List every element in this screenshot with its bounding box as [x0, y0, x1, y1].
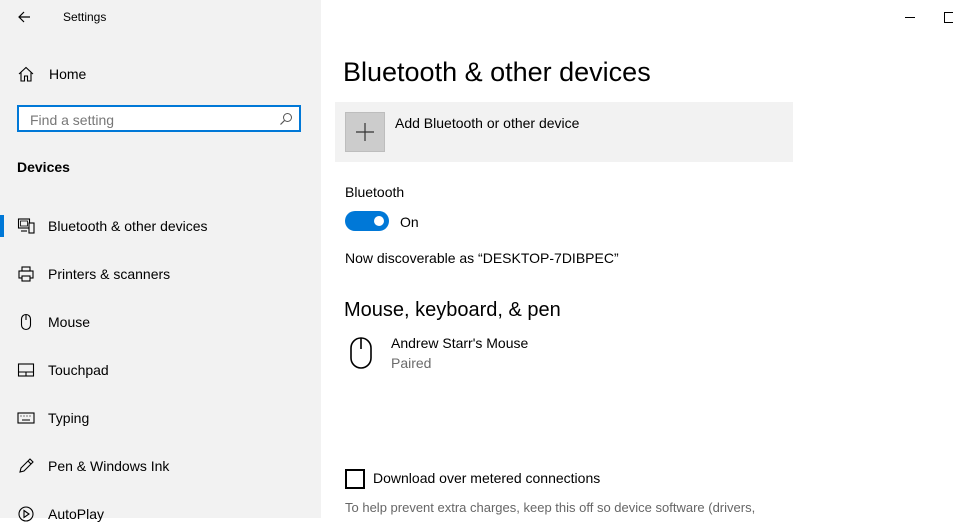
pen-icon — [17, 457, 35, 475]
window-title: Settings — [63, 10, 106, 24]
device-name: Andrew Starr's Mouse — [391, 335, 528, 351]
sidebar-item-label: AutoPlay — [48, 506, 104, 522]
sidebar-item-label: Printers & scanners — [48, 266, 170, 282]
metered-connections-label[interactable]: Download over metered connections — [373, 470, 600, 486]
sidebar-item-bluetooth[interactable]: Bluetooth & other devices — [0, 211, 321, 241]
add-icon-box — [345, 112, 385, 152]
touchpad-icon — [17, 361, 35, 379]
bluetooth-devices-icon — [17, 217, 35, 235]
mouse-icon — [17, 313, 35, 331]
sidebar-item-label: Pen & Windows Ink — [48, 458, 169, 474]
sidebar-home[interactable]: Home — [0, 62, 321, 88]
sidebar-item-printers[interactable]: Printers & scanners — [0, 259, 321, 289]
maximize-icon — [943, 10, 953, 24]
sidebar-section-title: Devices — [17, 159, 70, 175]
metered-connections-checkbox[interactable] — [345, 469, 365, 489]
mouse-icon — [349, 336, 373, 370]
add-device-button[interactable]: Add Bluetooth or other device — [335, 102, 793, 162]
search-icon[interactable] — [279, 112, 293, 126]
minimize-button[interactable] — [903, 10, 917, 24]
sidebar-item-label: Bluetooth & other devices — [48, 218, 208, 234]
toggle-knob — [374, 216, 384, 226]
minimize-icon — [903, 10, 917, 24]
page-title: Bluetooth & other devices — [343, 57, 651, 88]
plus-icon — [346, 113, 384, 151]
sidebar: Settings Home Devices Blue — [0, 0, 321, 518]
back-arrow-icon — [14, 6, 36, 28]
keyboard-icon — [17, 409, 35, 427]
device-status: Paired — [391, 355, 431, 371]
home-icon — [17, 65, 35, 83]
sidebar-item-label: Typing — [48, 410, 89, 426]
paired-device-item[interactable]: Andrew Starr's Mouse Paired — [345, 333, 645, 377]
home-label: Home — [49, 66, 86, 82]
add-device-label: Add Bluetooth or other device — [395, 115, 579, 131]
sidebar-item-label: Touchpad — [48, 362, 109, 378]
printer-icon — [17, 265, 35, 283]
sidebar-item-pen[interactable]: Pen & Windows Ink — [0, 451, 321, 481]
bluetooth-toggle-state: On — [400, 214, 419, 230]
sidebar-item-touchpad[interactable]: Touchpad — [0, 355, 321, 385]
sidebar-item-autoplay[interactable]: AutoPlay — [0, 499, 321, 529]
sidebar-item-typing[interactable]: Typing — [0, 403, 321, 433]
bluetooth-label: Bluetooth — [345, 184, 404, 200]
autoplay-icon — [17, 505, 35, 523]
bluetooth-toggle[interactable] — [345, 211, 389, 231]
maximize-button[interactable] — [943, 10, 953, 24]
sidebar-item-mouse[interactable]: Mouse — [0, 307, 321, 337]
search-box[interactable] — [17, 105, 301, 132]
sidebar-item-label: Mouse — [48, 314, 90, 330]
back-button[interactable] — [14, 6, 36, 28]
mouse-keyboard-pen-heading: Mouse, keyboard, & pen — [344, 299, 561, 322]
search-input[interactable] — [28, 110, 272, 130]
selection-indicator — [0, 215, 4, 237]
discoverable-text: Now discoverable as “DESKTOP-7DIBPEC” — [345, 250, 619, 266]
metered-help-text: To help prevent extra charges, keep this… — [345, 500, 755, 515]
